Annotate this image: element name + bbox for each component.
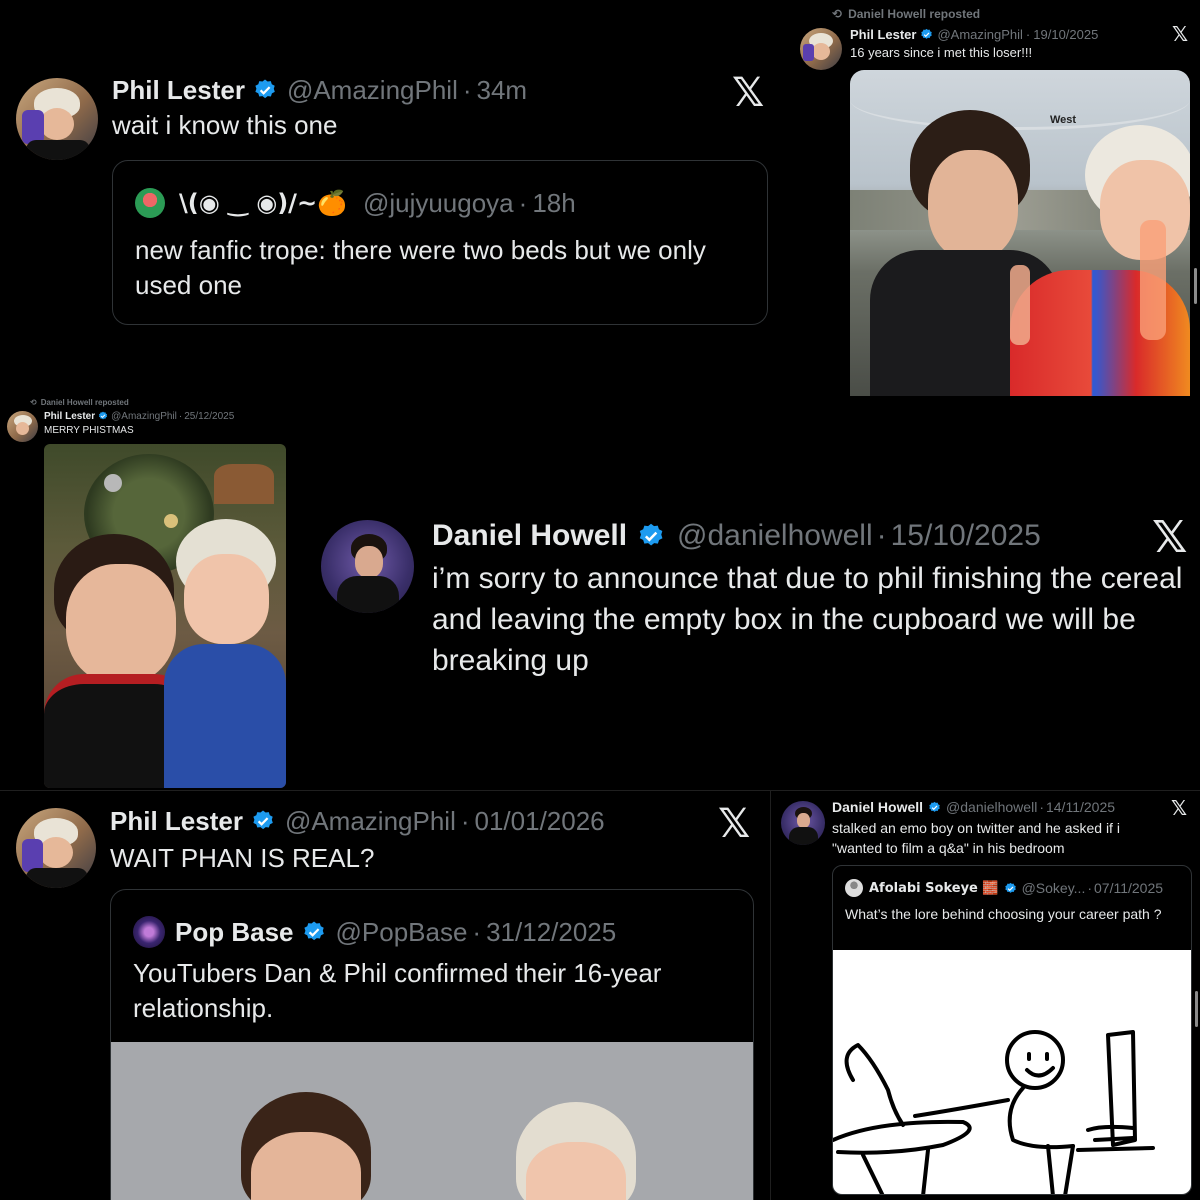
christmas-photo[interactable] [44,444,286,788]
author-name[interactable]: Daniel Howell [432,519,627,553]
quote-avatar[interactable] [135,188,165,218]
quote-avatar[interactable] [133,916,165,948]
repost-label[interactable]: Daniel Howell reposted [848,7,980,21]
tweet-header: Phil Lester @AmazingPhil · 19/10/2025 [850,25,1098,43]
verified-badge-icon [255,79,275,99]
separator: · [460,805,470,836]
verified-badge-icon [639,523,663,546]
separator: · [518,187,528,218]
tweet-panel-dan-breaking-up: Daniel Howell @danielhowell · 15/10/2025… [300,396,1200,790]
quote-text: new fanfic trope: there were two beds bu… [135,235,706,300]
quote-avatar[interactable] [845,879,863,897]
tweet-text: stalked an emo boy on twitter and he ask… [832,820,1120,856]
quote-header: Afolabi Sokeye 🧱 @Sokey... · 07/11/2025 [845,878,1163,898]
quote-author-handle[interactable]: @PopBase [336,917,468,948]
tweet-text: i’m sorry to announce that due to phil f… [432,562,1183,677]
quote-author-name[interactable]: Pop Base [175,917,294,948]
quote-author-handle[interactable]: @jujyuugoya [363,188,514,219]
author-handle[interactable]: @danielhowell [946,799,1037,815]
author-handle[interactable]: @danielhowell [677,519,873,553]
timestamp[interactable]: 19/10/2025 [1033,27,1098,42]
quote-author-handle[interactable]: @Sokey... [1022,880,1086,896]
separator: · [178,410,183,422]
x-logo-icon[interactable]: 𝕏 [732,70,764,116]
x-logo-icon[interactable]: 𝕏 [1172,22,1188,46]
author-name[interactable]: Daniel Howell [832,799,923,815]
phil-avatar[interactable] [16,78,98,160]
repost-icon: ⟲ [832,7,843,21]
stick-figure-drawing[interactable] [833,950,1191,1194]
verified-badge-icon [929,801,940,812]
timestamp[interactable]: 34m [477,75,528,106]
verified-badge-icon [253,810,273,830]
quoted-tweet[interactable]: Pop Base @PopBase · 31/12/2025 YouTubers… [110,889,754,1200]
verified-badge-icon [921,28,933,39]
tweet-text: 16 years since i met this loser!!! [850,45,1033,60]
timestamp[interactable]: 25/12/2025 [184,411,234,422]
tweet-panel-emo-boy: Daniel Howell @danielhowell · 14/11/2025… [770,791,1200,1200]
separator: · [1025,26,1031,42]
timestamp[interactable]: 14/11/2025 [1046,799,1115,815]
quote-text: YouTubers Dan & Phil confirmed their 16-… [133,958,662,1023]
tweet-panel-phan-is-real: Phil Lester @AmazingPhil · 01/01/2026 WA… [0,791,770,1200]
x-logo-icon[interactable]: 𝕏 [718,801,750,847]
author-name[interactable]: Phil Lester [110,806,243,837]
separator: · [472,916,482,947]
stick-figure-illustration [833,1030,1155,1194]
repost-indicator: ⟲ Daniel Howell reposted [832,7,980,21]
tweet-header: Phil Lester @AmazingPhil · 01/01/2026 [110,803,605,839]
author-name[interactable]: Phil Lester [850,27,916,42]
quote-timestamp[interactable]: 07/11/2025 [1094,880,1163,896]
quote-timestamp[interactable]: 31/12/2025 [486,917,616,948]
separator: · [876,519,887,552]
popbase-photo[interactable] [111,1042,753,1200]
author-handle[interactable]: @AmazingPhil [285,806,456,837]
separator: · [1039,799,1044,815]
quote-timestamp[interactable]: 18h [532,188,575,219]
tweet-text: WAIT PHAN IS REAL? [110,843,375,873]
tweet-header: Phil Lester @AmazingPhil · 34m [112,72,527,108]
repost-label[interactable]: Daniel Howell reposted [41,398,129,407]
author-name[interactable]: Phil Lester [112,75,245,106]
quoted-tweet[interactable]: \(◉ ‿ ◉)/~🍊 @jujyuugoya · 18h new fanfic… [112,160,768,325]
tweet-panel-merry-phistmas: ⟲ Daniel Howell reposted Phil Lester @Am… [0,396,300,790]
timestamp[interactable]: 15/10/2025 [891,519,1041,553]
dan-avatar[interactable] [321,520,414,613]
repost-icon: ⟲ [30,398,37,407]
repost-indicator: ⟲ Daniel Howell reposted [30,398,129,407]
tweet-text: MERRY PHISTMAS [44,425,134,436]
tweet-header: Daniel Howell @danielhowell · 15/10/2025 [432,516,1041,556]
tweet-panel-phil-wait: Phil Lester @AmazingPhil · 34m wait i kn… [0,0,790,395]
quote-author-name[interactable]: \(◉ ‿ ◉)/~🍊 [179,189,347,217]
x-logo-icon[interactable]: 𝕏 [1171,796,1187,820]
author-name[interactable]: Phil Lester [44,411,95,422]
phil-avatar[interactable] [7,411,38,442]
separator: · [462,74,472,105]
author-handle[interactable]: @AmazingPhil [287,75,458,106]
separator: · [1087,880,1093,896]
quote-header: \(◉ ‿ ◉)/~🍊 @jujyuugoya · 18h [135,183,576,223]
london-eye-photo[interactable]: West [850,70,1190,396]
phil-avatar[interactable] [800,28,842,70]
scrollbar-thumb[interactable] [1194,268,1197,304]
phil-avatar[interactable] [16,808,96,888]
author-handle[interactable]: @AmazingPhil [111,411,177,422]
dan-avatar[interactable] [781,801,825,845]
x-logo-icon[interactable]: 𝕏 [1152,512,1187,563]
capsule-sign: West [1050,114,1077,126]
quote-author-name[interactable]: Afolabi Sokeye 🧱 [869,881,999,896]
author-handle[interactable]: @AmazingPhil [937,27,1022,42]
tweet-header: Daniel Howell @danielhowell · 14/11/2025 [832,798,1115,816]
tweet-header: Phil Lester @AmazingPhil · 25/12/2025 [44,409,234,423]
tweet-text: wait i know this one [112,110,338,140]
quoted-tweet[interactable]: Afolabi Sokeye 🧱 @Sokey... · 07/11/2025 … [832,865,1192,1195]
quote-text: What’s the lore behind choosing your car… [845,906,1162,922]
verified-badge-icon [99,411,108,420]
scrollbar-thumb[interactable] [1195,991,1198,1027]
quote-header: Pop Base @PopBase · 31/12/2025 [133,912,616,952]
verified-badge-icon [303,921,324,941]
tweet-panel-phil-16-years: ⟲ Daniel Howell reposted Phil Lester @Am… [790,0,1200,398]
timestamp[interactable]: 01/01/2026 [475,806,605,837]
verified-badge-icon [1004,882,1016,893]
